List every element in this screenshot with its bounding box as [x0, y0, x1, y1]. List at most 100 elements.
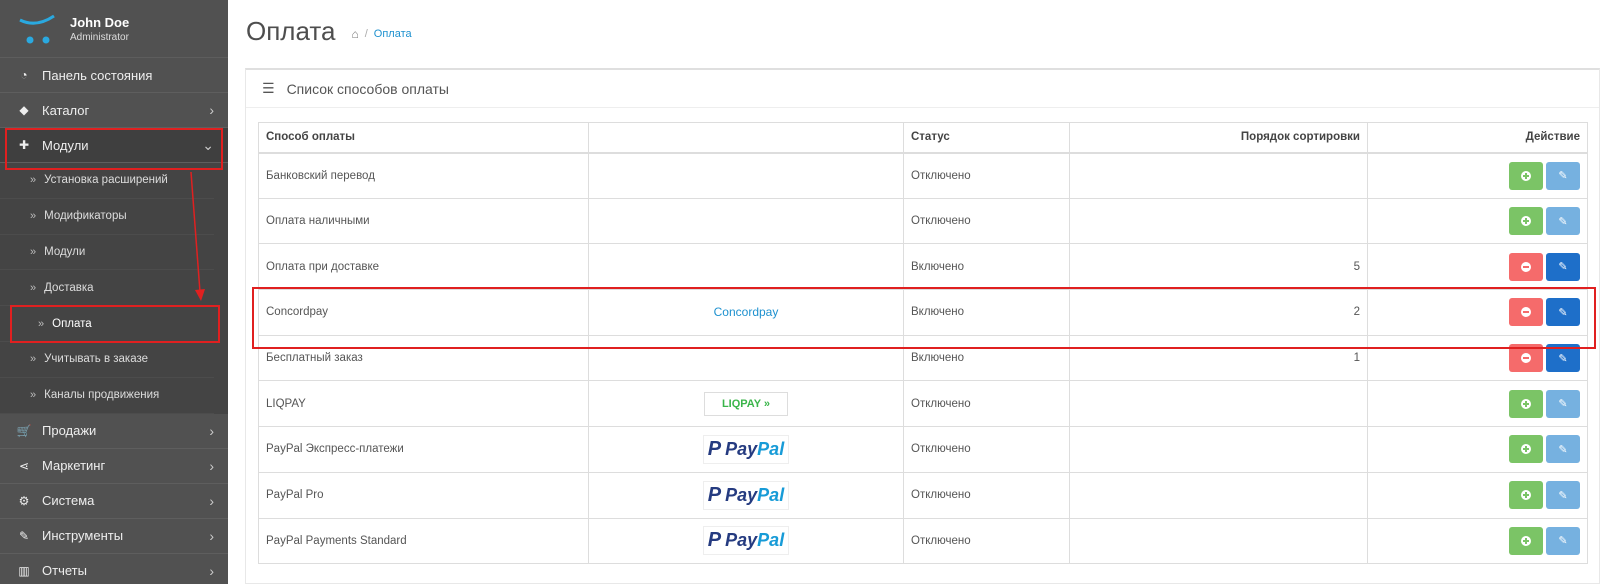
- payment-image: P PayPal: [588, 471, 904, 519]
- payment-status: Отключено: [903, 152, 1070, 199]
- submenu-item-modules[interactable]: » Модули: [0, 235, 214, 271]
- paypal-p-icon: P: [707, 437, 722, 460]
- column-header-status: Статус: [903, 122, 1070, 154]
- table-header-row: Способ оплаты Статус Порядок сортировки …: [258, 122, 1588, 154]
- bar-chart-icon: ▥: [18, 563, 30, 578]
- payment-status: Включено: [903, 289, 1070, 336]
- row-actions: ✎: [1367, 152, 1588, 199]
- edit-button[interactable]: ✎: [1546, 389, 1580, 418]
- user-name: John Doe: [70, 14, 130, 30]
- payment-status: Включено: [903, 243, 1070, 291]
- uninstall-button[interactable]: [1509, 344, 1543, 373]
- table-row: PayPal Payments Standard P PayPal Отключе…: [258, 517, 1588, 565]
- table-row: Бесплатный заказ Включено 1 ✎: [258, 334, 1588, 382]
- concordpay-link[interactable]: Concordpay: [714, 305, 779, 319]
- double-chevron-icon: »: [38, 317, 45, 330]
- payment-status: Отключено: [903, 471, 1070, 519]
- submenu-item-shipping[interactable]: » Доставка: [0, 270, 214, 307]
- opencart-logo-icon: [16, 12, 58, 46]
- minus-circle-icon: [1521, 353, 1531, 364]
- plus-circle-icon: [1521, 535, 1531, 546]
- row-actions: ✎: [1367, 380, 1588, 428]
- paypal-logo: P PayPal: [702, 480, 790, 510]
- plus-circle-icon: [1521, 444, 1531, 455]
- table-row: PayPal Экспресс-платежи P PayPal Отключен…: [258, 426, 1588, 473]
- cart-icon: 🛒: [16, 423, 32, 438]
- install-button[interactable]: [1509, 435, 1543, 464]
- submenu-item-order-totals[interactable]: » Учитывать в заказе: [0, 342, 214, 378]
- menu-item-sales[interactable]: 🛒 Продажи ›: [0, 414, 228, 449]
- edit-button[interactable]: ✎: [1546, 298, 1580, 327]
- table-row: LIQPAY LIQPAY » Отключено ✎: [258, 380, 1588, 428]
- menu-label: Система: [42, 493, 95, 509]
- pencil-icon: ✎: [1558, 443, 1568, 456]
- menu-item-marketing[interactable]: ⋖ Маркетинг ›: [0, 449, 228, 484]
- edit-button[interactable]: ✎: [1546, 252, 1580, 281]
- pencil-icon: ✎: [1558, 535, 1568, 548]
- column-header-action: Действие: [1367, 122, 1588, 154]
- payment-sort-order: [1069, 152, 1368, 199]
- payment-name: Оплата при доставке: [258, 243, 589, 291]
- column-header-name: Способ оплаты: [258, 122, 589, 154]
- payment-sort-order: 5: [1069, 243, 1368, 291]
- uninstall-button[interactable]: [1509, 252, 1543, 281]
- table-row: PayPal Pro P PayPal Отключено ✎: [258, 471, 1588, 519]
- install-button[interactable]: [1509, 207, 1543, 236]
- submenu-item-modifications[interactable]: » Модификаторы: [0, 199, 214, 235]
- payment-image: [588, 152, 904, 199]
- menu-label: Отчеты: [42, 563, 87, 579]
- uninstall-button[interactable]: [1509, 298, 1543, 327]
- user-profile[interactable]: John Doe Administrator: [0, 0, 228, 58]
- edit-button[interactable]: ✎: [1546, 526, 1580, 555]
- payment-sort-order: [1069, 517, 1368, 565]
- chevron-right-icon: ›: [209, 492, 214, 509]
- edit-button[interactable]: ✎: [1546, 435, 1580, 464]
- menu-item-system[interactable]: ⚙ Система ›: [0, 484, 228, 519]
- payment-name: Бесплатный заказ: [258, 334, 589, 382]
- home-icon[interactable]: ⌂: [351, 27, 358, 41]
- install-button[interactable]: [1509, 389, 1543, 418]
- submenu-item-installer[interactable]: » Установка расширений: [0, 163, 214, 199]
- plus-circle-icon: [1521, 216, 1531, 227]
- pencil-icon: ✎: [1558, 170, 1568, 183]
- menu-item-tools[interactable]: ✎ Инструменты ›: [0, 519, 228, 554]
- submenu-label: Модули: [44, 245, 86, 258]
- install-button[interactable]: [1509, 161, 1543, 190]
- plus-circle-icon: [1521, 170, 1531, 181]
- payment-status: Отключено: [903, 197, 1070, 245]
- payment-name: PayPal Pro: [258, 471, 589, 519]
- column-header-sort-order: Порядок сортировки: [1069, 122, 1368, 154]
- payment-status: Включено: [903, 334, 1070, 382]
- menu-item-extensions[interactable]: ✚ Модули ⌄: [0, 128, 228, 163]
- main-content: Оплата ⌂ / Оплата ☰ Список способов опла…: [228, 0, 1600, 584]
- paypal-logo: P PayPal: [702, 434, 790, 464]
- breadcrumb-link[interactable]: Оплата: [374, 28, 412, 40]
- install-button[interactable]: [1509, 481, 1543, 510]
- double-chevron-icon: »: [30, 281, 37, 294]
- double-chevron-icon: »: [30, 210, 37, 223]
- edit-button[interactable]: ✎: [1546, 161, 1580, 190]
- minus-circle-icon: [1521, 307, 1531, 318]
- row-actions: ✎: [1367, 289, 1588, 336]
- install-button[interactable]: [1509, 526, 1543, 555]
- edit-button[interactable]: ✎: [1546, 207, 1580, 236]
- menu-item-reports[interactable]: ▥ Отчеты ›: [0, 554, 228, 584]
- edit-button[interactable]: ✎: [1546, 481, 1580, 510]
- menu-item-dashboard[interactable]: ◔ Панель состояния: [0, 58, 228, 93]
- row-actions: ✎: [1367, 243, 1588, 291]
- edit-button[interactable]: ✎: [1546, 344, 1580, 373]
- user-role: Administrator: [70, 31, 129, 43]
- payment-image: LIQPAY »: [588, 380, 904, 428]
- submenu-item-feeds[interactable]: » Каналы продвижения: [0, 378, 214, 414]
- breadcrumb: ⌂ / Оплата: [351, 27, 411, 41]
- payment-image: Concordpay: [588, 289, 904, 336]
- submenu-item-payment[interactable]: » Оплата: [0, 306, 214, 342]
- plus-circle-icon: [1521, 490, 1531, 501]
- puzzle-icon: ✚: [18, 138, 30, 152]
- payment-sort-order: [1069, 471, 1368, 519]
- payment-status: Отключено: [903, 426, 1070, 473]
- menu-item-catalog[interactable]: ◆ Каталог ›: [0, 93, 228, 128]
- menu-label: Продажи: [42, 423, 97, 439]
- payment-image: [588, 243, 904, 291]
- sidebar: John Doe Administrator ◔ Панель состояни…: [0, 0, 228, 584]
